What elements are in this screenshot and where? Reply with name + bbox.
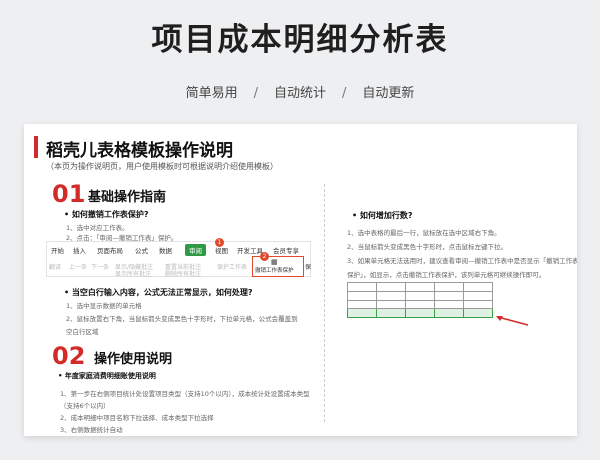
- card-note: （本页为操作说明页，用户使用模板时可根据说明介绍使用模板）: [46, 162, 278, 171]
- step-text: 1、选中表格的最后一行，鼠标放在选中区域右下角。: [347, 229, 501, 237]
- ribbon-tool: 翻译: [49, 264, 62, 271]
- ribbon-tab: 数据: [159, 247, 172, 255]
- step-badge-1: 1: [215, 238, 224, 247]
- ribbon-tab: 会员专享: [273, 247, 299, 255]
- section-title-basic: 基础操作指南: [88, 190, 167, 205]
- step-badge-2: 2: [260, 252, 269, 261]
- ribbon-tab: 插入: [73, 247, 86, 255]
- instruction-card: 稻壳儿表格模板操作说明 （本页为操作说明页，用户使用模板时可根据说明介绍使用模板…: [24, 124, 577, 436]
- card-heading: 稻壳儿表格模板操作说明: [46, 141, 233, 161]
- ribbon-menu: 开始 插入 页面布局 公式 数据 审阅 视图 开发工具 会员专享: [47, 244, 310, 256]
- ribbon-tab: 开发工具: [237, 247, 263, 255]
- question-add-rows: • 如何增加行数?: [352, 211, 413, 220]
- tag-auto-stats: 自动统计: [273, 86, 326, 101]
- selected-last-row: [347, 308, 493, 318]
- step-text: 2、鼠标放置右下角，当鼠标箭头变成黑色十字形时，下拉单元格，公式会覆盖到: [66, 315, 298, 323]
- tag-auto-update: 自动更新: [362, 86, 415, 101]
- usage-subtitle: • 年度家庭消费明细账使用说明: [58, 372, 156, 380]
- page-title: 项目成本明细分析表: [151, 22, 449, 58]
- column-divider: [324, 184, 325, 422]
- step-text: 空白行区域: [66, 328, 99, 336]
- question-formula: • 当空白行输入内容，公式无法正常显示，如何处理?: [64, 288, 253, 297]
- ribbon-mark: 保: [305, 264, 312, 271]
- unprotect-sheet-button[interactable]: ▦ 撤销工作表保护: [252, 256, 304, 277]
- ribbon-tool: 显示所有批注: [115, 271, 152, 278]
- section-number-02: 02: [52, 342, 86, 370]
- tag-easy: 简单易用: [185, 86, 238, 101]
- ribbon-tab-active: 审阅: [185, 244, 206, 256]
- section-number-01: 01: [52, 180, 86, 208]
- step-text: 2、当鼠标箭头变成黑色十字形时，点击鼠标左键下拉。: [347, 243, 508, 251]
- ribbon-tool: 上一条: [69, 264, 88, 271]
- step-text: 1、选中对应工作表。: [66, 224, 129, 232]
- step-text: 1、第一步在右侧项目统计处设置项目类型（支持10个以内），成本统计处设置成本类型: [60, 390, 310, 398]
- ribbon-tool: 保护工作表: [217, 264, 248, 271]
- ribbon-screenshot: 开始 插入 页面布局 公式 数据 审阅 视图 开发工具 会员专享 翻译 上一条 …: [46, 238, 312, 278]
- step-text: （支持6个以内）: [60, 402, 110, 410]
- section-title-usage: 操作使用说明: [94, 352, 173, 367]
- step-text: 保护」，如显示，点击撤销工作表保护，该列单元格可继续操作即可。: [347, 271, 546, 279]
- step-text: 3、如果单元格无法选用时，建议查看审阅—撤销工作表中是否显示「撤销工作表: [347, 257, 577, 265]
- step-text: 2、成本明细中项目名称下拉选择、成本类型下拉选择: [60, 414, 214, 422]
- ribbon-tool: 下一条: [91, 264, 110, 271]
- sheet-example-grid: [347, 282, 493, 318]
- heading-accent-bar: [34, 136, 38, 158]
- question-unprotect: • 如何撤销工作表保护?: [64, 210, 149, 219]
- ribbon-tab: 页面布局: [97, 247, 123, 255]
- ribbon-tab: 开始: [51, 247, 64, 255]
- ribbon-tab: 公式: [135, 247, 148, 255]
- ribbon-tool: 删除所有批注: [165, 271, 202, 278]
- tag-separator: /: [253, 86, 258, 101]
- sheet-grid-icon: ▦: [271, 258, 278, 266]
- drag-arrow-icon: [496, 316, 529, 326]
- tag-separator: /: [342, 86, 347, 101]
- step-text: 3、右侧数据统计自动: [60, 426, 123, 434]
- step-text: 1、选中显示数据的单元格: [66, 302, 142, 310]
- unprotect-label: 撤销工作表保护: [255, 268, 294, 274]
- feature-tagline: 简单易用 / 自动统计 / 自动更新: [0, 82, 600, 101]
